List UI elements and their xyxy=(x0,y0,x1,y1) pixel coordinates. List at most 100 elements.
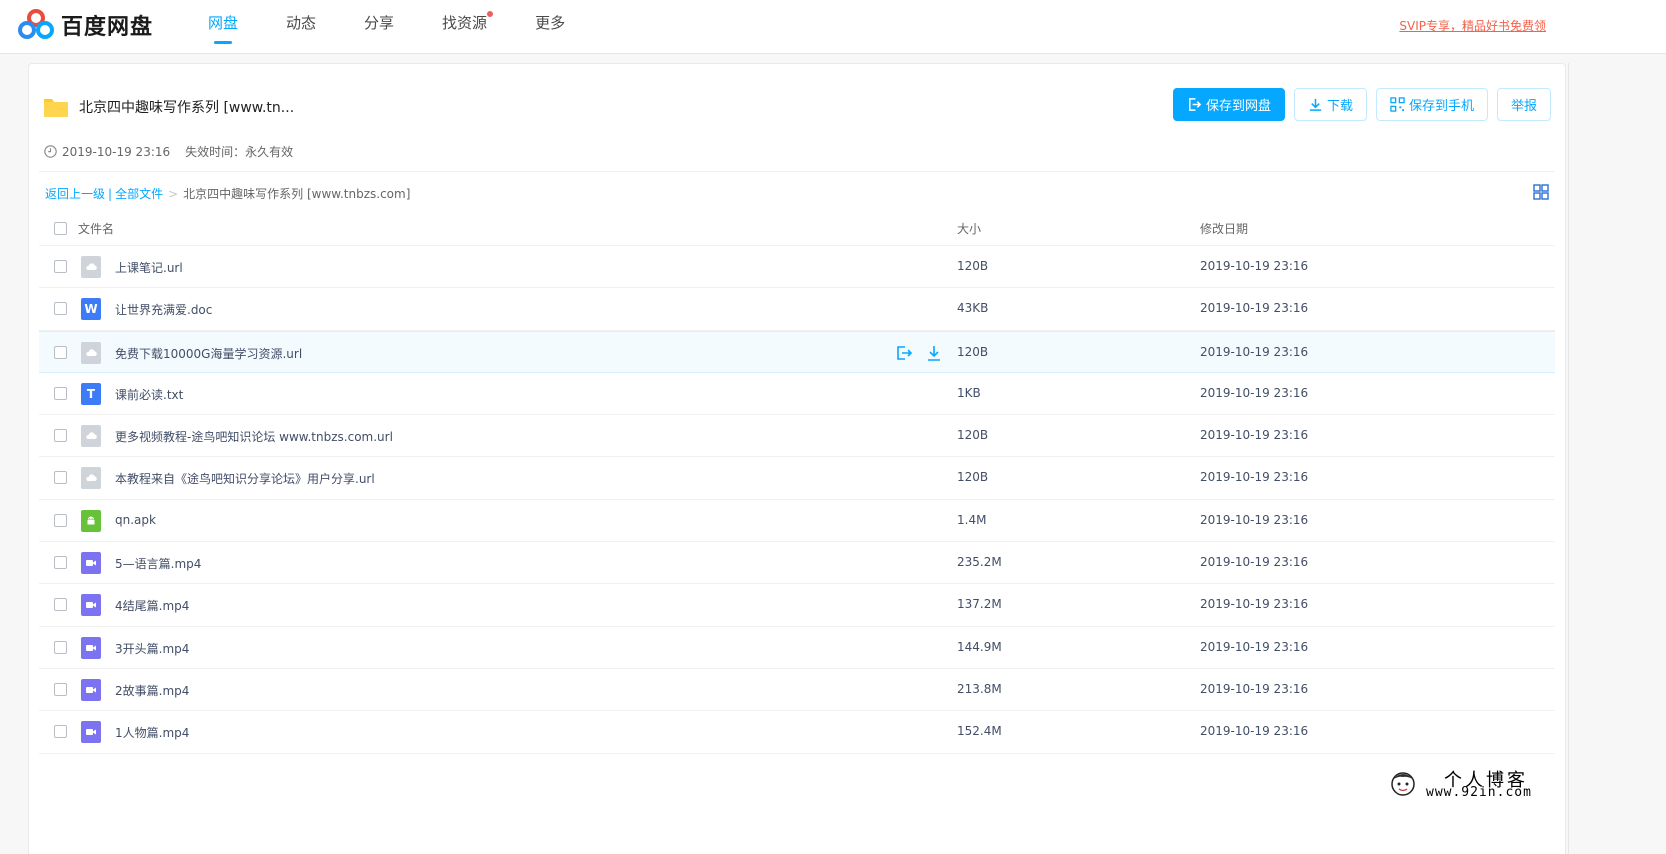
report-button[interactable]: 举报 xyxy=(1496,88,1551,121)
table-row[interactable]: T 课前必读.txt 1KB 2019-10-19 23:16 xyxy=(39,373,1555,416)
table-row[interactable]: qn.apk 1.4M 2019-10-19 23:16 xyxy=(39,500,1555,543)
file-name[interactable]: 3开头篇.mp4 xyxy=(115,640,189,657)
share-expire-time: 失效时间：永久有效 xyxy=(185,145,294,159)
select-all-checkbox[interactable] xyxy=(54,222,67,235)
row-checkbox[interactable] xyxy=(54,640,67,654)
row-checkbox[interactable] xyxy=(54,386,67,400)
row-checkbox[interactable] xyxy=(54,725,67,739)
file-name[interactable]: 课前必读.txt xyxy=(115,386,183,403)
save-icon[interactable] xyxy=(895,344,913,362)
table-row[interactable]: 本教程来自《途鸟吧知识分享论坛》用户分享.url 120B 2019-10-19 2… xyxy=(39,457,1555,500)
watermark-avatar-icon xyxy=(1391,772,1415,796)
share-actions: 保存到网盘 下载 保存到手机 举报 xyxy=(1164,88,1551,121)
row-checkbox[interactable] xyxy=(54,345,67,359)
file-modified-date: 2019-10-19 23:16 xyxy=(1200,301,1309,316)
table-row[interactable]: 5—语言篇.mp4 235.2M 2019-10-19 23:16 xyxy=(39,542,1555,585)
file-size: 213.8M xyxy=(957,681,1002,696)
nav-item-3[interactable]: 找资源 xyxy=(442,0,494,54)
file-name[interactable]: 上课笔记.url xyxy=(115,259,183,276)
svip-promo-link[interactable]: SVIP专享，精品好书免费领 xyxy=(1399,17,1546,34)
nav-item-0[interactable]: 网盘 xyxy=(208,0,238,54)
logo-text: 百度网盘 xyxy=(61,15,154,40)
notification-dot xyxy=(487,11,494,17)
row-checkbox[interactable] xyxy=(54,682,67,696)
breadcrumb-back-link[interactable]: 返回上一级 xyxy=(45,185,105,202)
row-checkbox[interactable] xyxy=(54,302,67,316)
url-file-icon xyxy=(81,256,101,278)
nav-item-2[interactable]: 分享 xyxy=(364,0,394,54)
download-icon xyxy=(1309,98,1322,111)
file-name[interactable]: 让世界充满爱.doc xyxy=(115,301,212,318)
watermark: 个人博客 www.92in.com xyxy=(1388,766,1568,802)
mp4-file-icon xyxy=(81,721,101,744)
file-name[interactable]: 5—语言篇.mp4 xyxy=(115,555,201,572)
qrcode-icon xyxy=(1390,97,1405,112)
table-row[interactable]: 3开头篇.mp4 144.9M 2019-10-19 23:16 xyxy=(39,627,1555,669)
row-checkbox[interactable] xyxy=(54,260,67,273)
logo[interactable]: 百度网盘 xyxy=(18,9,153,41)
save-icon xyxy=(1189,98,1202,111)
file-name[interactable]: 本教程来自《途鸟吧知识分享论坛》用户分享.url xyxy=(115,470,375,487)
file-name[interactable]: 免费下载10000G海量学习资源.url xyxy=(115,345,302,362)
mp4-file-icon xyxy=(81,636,101,659)
top-bar: 百度网盘 网盘 动态 分享 找资源 更多 SVIP专享，精品好书免费领 xyxy=(0,0,1666,54)
save-to-netdisk-button[interactable]: 保存到网盘 xyxy=(1172,88,1285,121)
row-checkbox[interactable] xyxy=(54,598,67,612)
nav-item-label: 分享 xyxy=(364,14,395,32)
share-panel: 北京四中趣味写作系列 [www.tn... 2019-10-19 23:16 失… xyxy=(28,63,1566,854)
mp4-file-icon xyxy=(81,678,101,701)
table-row[interactable]: 2故事篇.mp4 213.8M 2019-10-19 23:16 xyxy=(39,669,1555,712)
file-size: 144.9M xyxy=(957,639,1002,654)
share-created-time: 2019-10-19 23:16 xyxy=(62,144,171,159)
url-file-icon xyxy=(81,425,101,448)
doc-file-icon: W xyxy=(81,298,101,321)
file-modified-date: 2019-10-19 23:16 xyxy=(1200,597,1309,612)
apk-file-icon xyxy=(81,509,101,532)
report-label: 举报 xyxy=(1510,99,1537,114)
file-modified-date: 2019-10-19 23:16 xyxy=(1200,639,1309,654)
nav-item-label: 网盘 xyxy=(208,14,239,32)
file-modified-date: 2019-10-19 23:16 xyxy=(1200,428,1309,443)
file-name[interactable]: 1人物篇.mp4 xyxy=(115,724,189,741)
share-meta: 2019-10-19 23:16 失效时间：永久有效 xyxy=(44,143,293,160)
download-button[interactable]: 下载 xyxy=(1293,88,1367,121)
row-actions xyxy=(895,344,955,362)
column-header-name[interactable]: 文件名 xyxy=(78,220,114,237)
column-header-size[interactable]: 大小 xyxy=(957,220,981,237)
folder-icon xyxy=(43,96,69,118)
breadcrumb-separator: > xyxy=(168,186,179,201)
nav-item-4[interactable]: 更多 xyxy=(535,0,565,54)
url-file-icon xyxy=(81,341,101,364)
grid-view-icon[interactable] xyxy=(1533,184,1549,200)
row-checkbox[interactable] xyxy=(54,429,67,443)
row-checkbox[interactable] xyxy=(54,556,67,570)
breadcrumb-all-files-link[interactable]: 全部文件 xyxy=(115,185,163,202)
nav-item-label: 找资源 xyxy=(442,14,488,32)
download-icon[interactable] xyxy=(925,344,943,362)
file-name[interactable]: qn.apk xyxy=(115,513,156,527)
file-name[interactable]: 4结尾篇.mp4 xyxy=(115,597,189,614)
file-name[interactable]: 2故事篇.mp4 xyxy=(115,682,189,699)
table-row[interactable]: 上课笔记.url 120B 2019-10-19 23:16 xyxy=(39,246,1555,289)
file-size: 120B xyxy=(957,259,989,273)
table-row[interactable]: 4结尾篇.mp4 137.2M 2019-10-19 23:16 xyxy=(39,584,1555,627)
table-row[interactable]: 免费下载10000G海量学习资源.url 120B 2019-10-19 23:16 xyxy=(39,330,1555,373)
save-to-phone-button[interactable]: 保存到手机 xyxy=(1375,88,1488,121)
baidu-netdisk-logo-icon xyxy=(18,9,54,39)
main-nav: 网盘 动态 分享 找资源 更多 xyxy=(208,0,613,54)
share-title-row: 北京四中趣味写作系列 [www.tn... xyxy=(43,96,294,118)
nav-item-1[interactable]: 动态 xyxy=(286,0,316,54)
file-size: 235.2M xyxy=(957,555,1002,570)
table-row[interactable]: W 让世界充满爱.doc 43KB 2019-10-19 23:16 xyxy=(39,288,1555,331)
row-checkbox[interactable] xyxy=(54,471,67,485)
table-row[interactable]: 1人物篇.mp4 152.4M 2019-10-19 23:16 xyxy=(39,711,1555,754)
table-row[interactable]: 更多视频教程-途鸟吧知识论坛 www.tnbzs.com.url 120B 2019… xyxy=(39,415,1555,458)
file-size: 43KB xyxy=(957,301,989,316)
file-name[interactable]: 更多视频教程-途鸟吧知识论坛 www.tnbzs.com.url xyxy=(115,428,393,445)
nav-item-label: 动态 xyxy=(286,14,317,32)
divider xyxy=(39,171,1555,172)
column-header-date[interactable]: 修改日期 xyxy=(1200,220,1248,237)
breadcrumb-current: 北京四中趣味写作系列 [www.tnbzs.com] xyxy=(183,187,411,201)
mp4-file-icon xyxy=(81,594,101,617)
row-checkbox[interactable] xyxy=(54,513,67,527)
